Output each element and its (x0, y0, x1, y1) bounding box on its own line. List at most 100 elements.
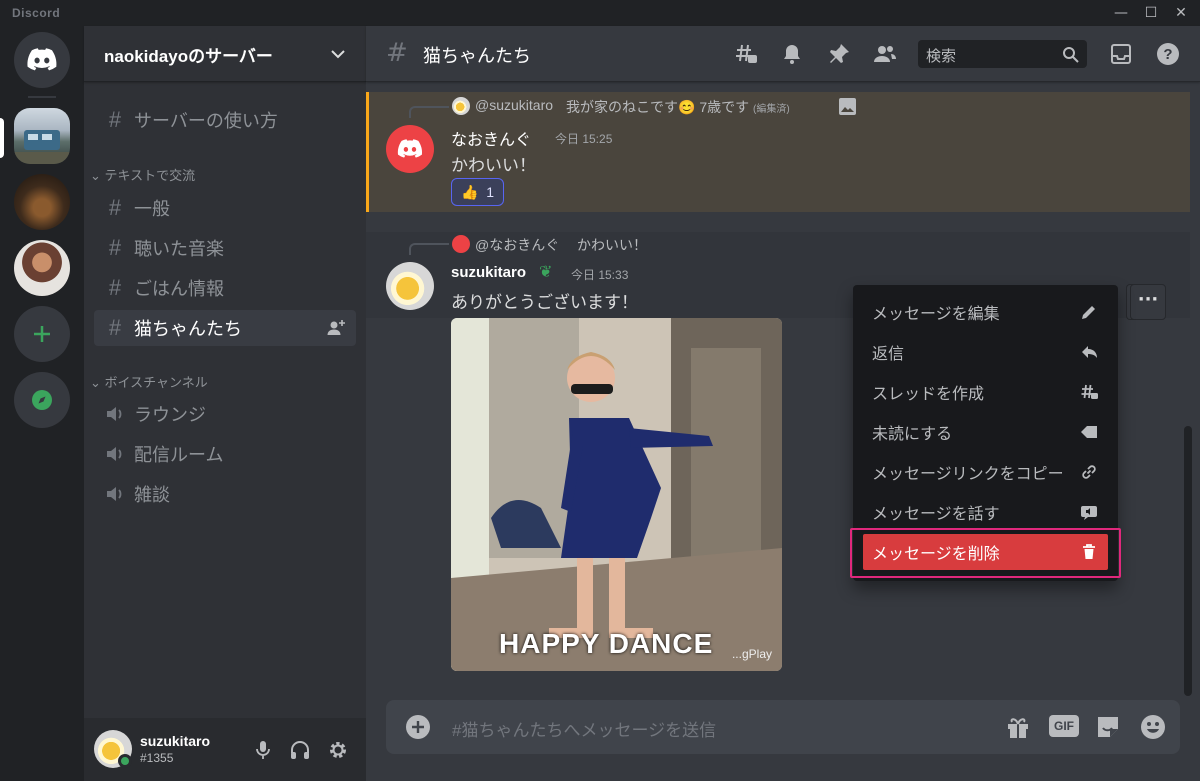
microphone-icon[interactable] (252, 739, 274, 761)
voice-channel-lounge[interactable]: ラウンジ (94, 396, 356, 432)
members-icon[interactable] (873, 42, 897, 66)
help-icon[interactable]: ? (1156, 42, 1180, 66)
message-author[interactable]: なおきんぐ (451, 126, 531, 150)
reply-snippet[interactable]: かわいい！ (577, 235, 647, 255)
online-status-indicator (118, 754, 132, 768)
gif-watermark: ...gPlay (731, 647, 772, 661)
reply-icon (1082, 346, 1097, 358)
inbox-icon[interactable] (1109, 42, 1133, 66)
message-composer[interactable]: #猫ちゃんたちへメッセージを送信 GIF (386, 700, 1180, 754)
server-rail (0, 26, 84, 781)
reaction-thumbs-up[interactable]: 👍 1 (451, 178, 504, 206)
message-highlighted[interactable]: @suzukitaro 我が家のねこです😊 7歳です (編集済) なおきんぐ 今… (366, 92, 1190, 212)
plus-icon (34, 326, 50, 342)
reply-connector (409, 106, 449, 118)
message-author[interactable]: suzukitaro (451, 264, 526, 281)
add-server-button[interactable] (14, 306, 70, 362)
channel-music[interactable]: # 聴いた音楽 (94, 230, 356, 266)
svg-text:?: ? (1163, 46, 1172, 63)
server-icon-autumn[interactable] (14, 174, 70, 230)
channel-label: 一般 (134, 199, 170, 219)
channel-food[interactable]: # ごはん情報 (94, 270, 356, 306)
channel-title: 猫ちゃんたち (423, 46, 531, 66)
menu-item-label: 未読にする (872, 426, 953, 443)
channel-label: 雑談 (134, 485, 170, 505)
hash-icon: # (108, 107, 122, 132)
server-name: naokidayoのサーバー (104, 47, 273, 66)
channel-label: 配信ルーム (134, 445, 224, 465)
menu-item-speak[interactable]: メッセージを話す (863, 494, 1108, 530)
channel-cats[interactable]: # 猫ちゃんたち (94, 310, 356, 346)
menu-item-label: スレッドを作成 (872, 386, 985, 403)
threads-icon[interactable] (734, 42, 758, 66)
scrollbar[interactable] (1184, 426, 1192, 696)
upload-plus-icon[interactable] (406, 715, 430, 739)
menu-item-label: メッセージリンクをコピー (872, 466, 1064, 483)
category-label: テキストで交流 (104, 168, 196, 183)
menu-item-label: メッセージを編集 (872, 306, 1000, 323)
add-member-icon[interactable] (326, 318, 346, 338)
server-icon-train[interactable] (14, 108, 70, 164)
bell-icon[interactable] (780, 42, 804, 66)
speak-icon (1081, 506, 1097, 520)
menu-item-copy-link[interactable]: メッセージリンクをコピー (863, 454, 1108, 490)
search-placeholder: 検索 (926, 48, 957, 65)
menu-item-mark-unread[interactable]: 未読にする (863, 414, 1108, 450)
server-icon-portrait[interactable] (14, 240, 70, 296)
ellipsis-icon: ··· (1137, 289, 1159, 310)
sticker-icon[interactable] (1095, 714, 1121, 740)
channel-server-guide[interactable]: # サーバーの使い方 (94, 102, 356, 138)
avatar (452, 97, 470, 115)
message-text: かわいい！ (451, 156, 536, 175)
category-text[interactable]: ⌄ テキストで交流 (90, 165, 195, 184)
message-input-placeholder: #猫ちゃんたちへメッセージを送信 (452, 721, 717, 740)
message-timestamp: 今日 15:25 (555, 132, 613, 146)
avatar[interactable] (386, 262, 434, 310)
server-header[interactable]: naokidayoのサーバー (84, 26, 366, 82)
reply-snippet[interactable]: 我が家のねこです😊 7歳です (編集済) (566, 97, 790, 117)
reply-author[interactable]: @なおきんぐ (475, 235, 559, 255)
hash-icon: # (108, 195, 122, 220)
gif-picture (451, 318, 782, 671)
avatar[interactable] (386, 125, 434, 173)
more-options-button[interactable]: ··· (1130, 284, 1166, 320)
menu-item-edit[interactable]: メッセージを編集 (863, 294, 1108, 330)
discord-logo-icon (397, 139, 423, 158)
explore-servers-button[interactable] (14, 372, 70, 428)
chevron-down-icon: ⌄ (90, 375, 101, 390)
channel-general[interactable]: # 一般 (94, 190, 356, 226)
category-voice[interactable]: ⌄ ボイスチャンネル (90, 372, 208, 391)
emoji-icon[interactable] (1140, 714, 1166, 740)
thumbs-up-icon: 👍 (460, 183, 479, 200)
search-input[interactable]: 検索 (918, 40, 1087, 68)
voice-channel-stream[interactable]: 配信ルーム (94, 436, 356, 472)
voice-channel-chat[interactable]: 雑談 (94, 476, 356, 512)
user-tag: #1355 (140, 751, 174, 765)
message-text: ありがとうございます！ (451, 293, 638, 312)
reply-author[interactable]: @suzukitaro (475, 97, 553, 113)
threads-icon (1081, 384, 1098, 399)
close-icon[interactable]: ✕ (1161, 0, 1200, 26)
speaker-icon (107, 487, 122, 501)
channel-label: 聴いた音楽 (134, 239, 224, 259)
edited-label: (編集済) (753, 104, 790, 115)
gif-caption: HAPPY DANCE (499, 628, 714, 659)
menu-item-create-thread[interactable]: スレッドを作成 (863, 374, 1108, 410)
gear-icon[interactable] (327, 739, 349, 761)
headphones-icon[interactable] (289, 739, 311, 761)
avatar (452, 235, 470, 253)
pin-icon[interactable] (827, 42, 851, 66)
menu-item-reply[interactable]: 返信 (863, 334, 1108, 370)
menu-item-label: 返信 (872, 346, 905, 363)
link-icon (1082, 465, 1096, 479)
delete-highlight-box (850, 528, 1121, 578)
hash-icon: # (108, 235, 122, 260)
pencil-icon (1082, 306, 1095, 319)
home-button[interactable] (14, 32, 70, 88)
gif-button[interactable]: GIF (1049, 715, 1079, 737)
reply-connector (409, 243, 449, 255)
gif-attachment[interactable]: HAPPY DANCE ...gPlay (451, 318, 782, 671)
message-timestamp: 今日 15:33 (571, 268, 629, 282)
channel-label: 猫ちゃんたち (134, 319, 242, 339)
gift-icon[interactable] (1005, 714, 1031, 740)
